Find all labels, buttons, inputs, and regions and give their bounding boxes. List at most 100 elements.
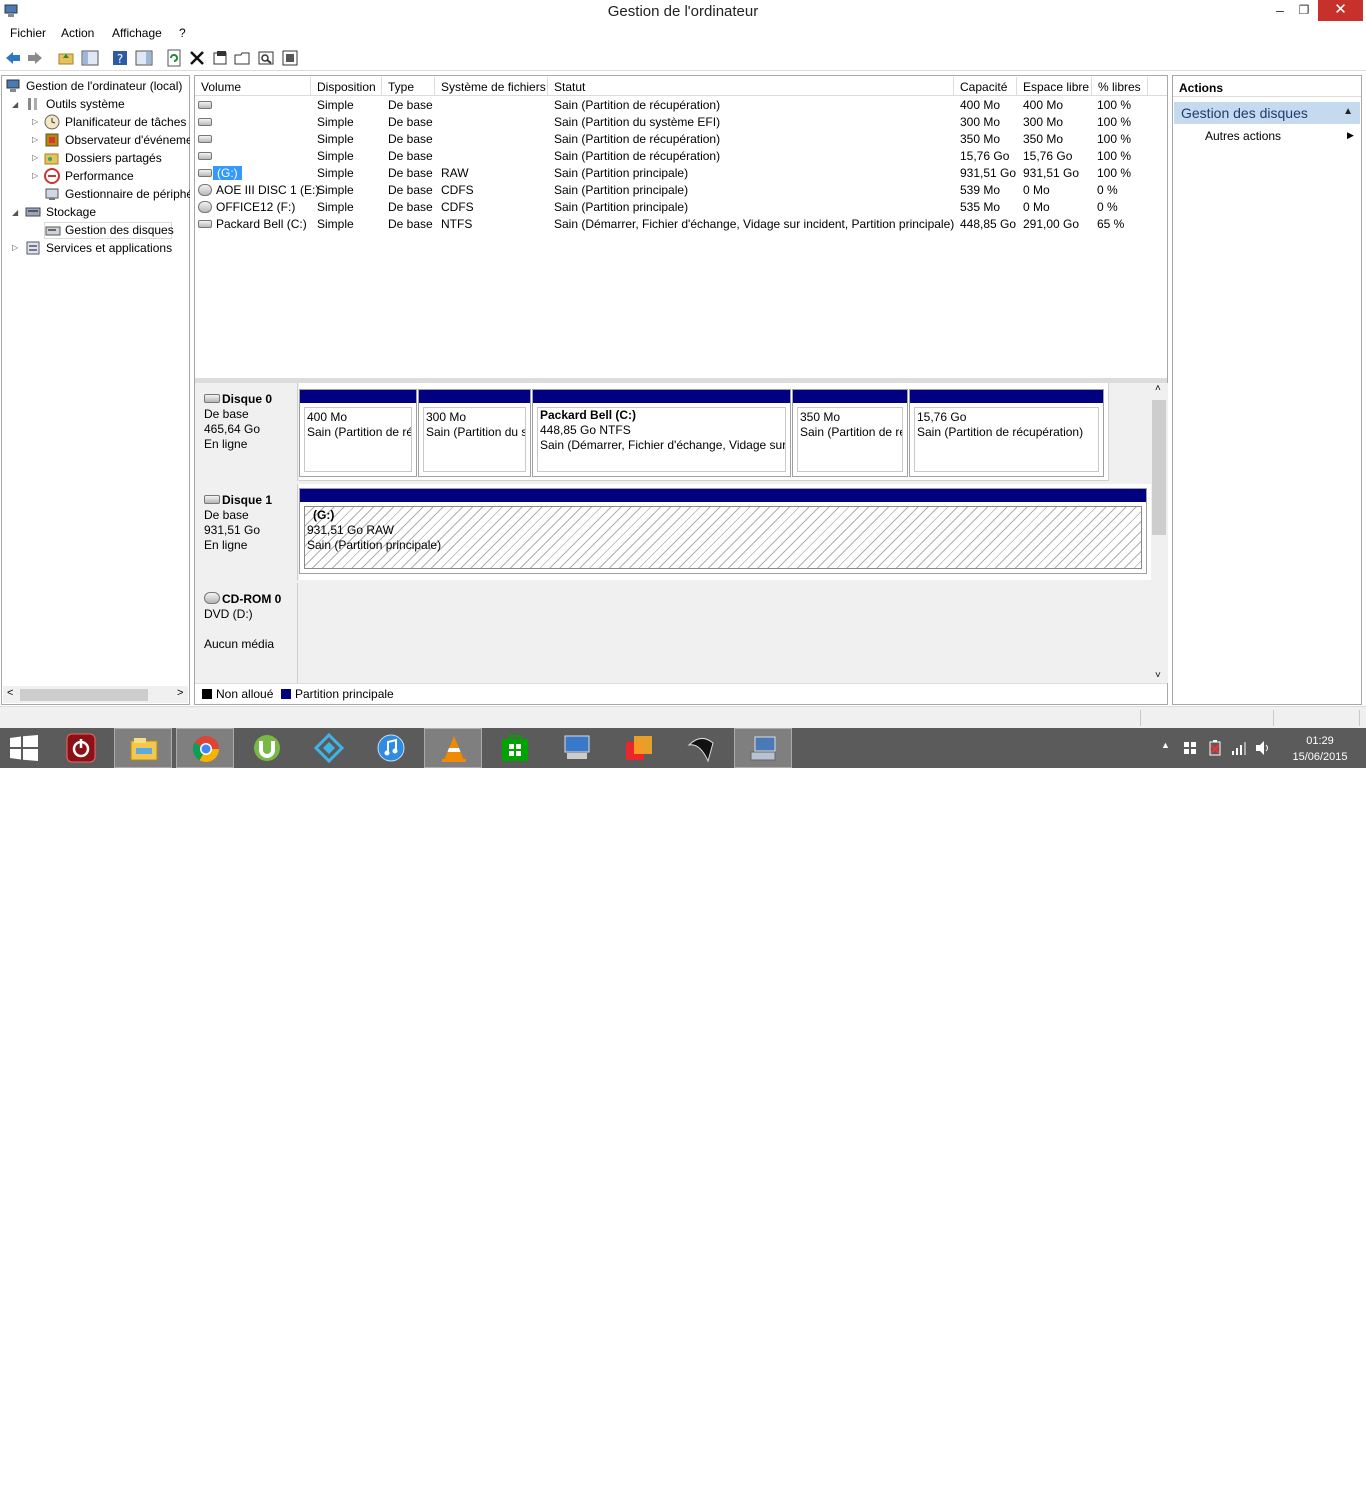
tree-item-stockage[interactable]: ◢ Stockage (10, 204, 180, 221)
disk-0-label[interactable]: Disque 0 De base 465,64 Go En ligne (195, 383, 298, 481)
title-bar[interactable]: Gestion de l'ordinateur – ❐ ✕ (0, 0, 1366, 24)
tree-horizontal-scrollbar[interactable]: < > (3, 686, 188, 703)
tree-item-services[interactable]: ▷ Services et applications (10, 240, 188, 257)
cell-pct: 100 % (1097, 166, 1132, 180)
taskbar-media[interactable] (610, 728, 668, 768)
taskbar-keyboard[interactable] (548, 728, 606, 768)
table-row[interactable]: (G:) Simple De base RAW Sain (Partition prin… (195, 165, 1167, 182)
table-row[interactable]: Packard Bell (C:) Simple De base NTFS Sain (… (195, 216, 1167, 233)
settings-icon[interactable] (281, 49, 299, 67)
collapsed-arrow-icon[interactable]: ▷ (32, 117, 38, 126)
scroll-down-icon[interactable]: ˅ (1155, 670, 1161, 681)
taskbar-utorrent[interactable] (238, 728, 296, 768)
up-folder-icon[interactable] (57, 49, 75, 67)
tree-item-gestion-disques[interactable]: Gestion des disques (44, 222, 174, 239)
col-disposition[interactable]: Disposition (311, 77, 382, 96)
tree-item-outils-systeme[interactable]: ◢ Outils système (10, 96, 180, 113)
show-hidden-icons-icon[interactable]: ▲ (1161, 740, 1170, 750)
partition-recovery-1576[interactable]: 15,76 Go Sain (Partition de récupération… (909, 389, 1104, 477)
collapse-caret-icon[interactable]: ▲ (1343, 106, 1353, 117)
col-free-space[interactable]: Espace libre (1017, 77, 1092, 96)
partition-g-raw[interactable]: (G:) 931,51 Go RAW Sain (Partition princ… (299, 488, 1147, 574)
collapsed-arrow-icon[interactable]: ▷ (12, 243, 18, 252)
back-arrow-icon[interactable] (4, 49, 22, 67)
partition-recovery-400[interactable]: 400 Mo Sain (Partition de ré (299, 389, 417, 477)
forward-arrow-icon[interactable] (26, 49, 44, 67)
taskbar-store[interactable] (486, 728, 544, 768)
minimize-button[interactable]: – (1268, 0, 1292, 21)
taskbar-chrome[interactable] (176, 728, 234, 768)
help-icon[interactable]: ? (111, 49, 129, 67)
scroll-left-icon[interactable]: < (7, 687, 13, 699)
tree-item-dossiers-partages[interactable]: ▷ Dossiers partagés (30, 150, 190, 167)
cell-volume: OFFICE12 (F:) (216, 200, 296, 214)
show-hide-tree-icon[interactable] (81, 49, 99, 67)
taskbar-file-explorer[interactable] (114, 728, 172, 768)
table-row[interactable]: AOE III DISC 1 (E:) Simple De base CDFS Sain… (195, 182, 1167, 199)
scroll-thumb[interactable] (1152, 400, 1166, 535)
tree-item-observateur[interactable]: ▷ Observateur d'événeme (30, 132, 190, 149)
start-button[interactable] (0, 728, 58, 768)
action-center-flag-icon[interactable] (1183, 741, 1197, 755)
col-status[interactable]: Statut (548, 77, 954, 96)
expanded-arrow-icon[interactable]: ◢ (12, 208, 18, 217)
partition-recovery-350[interactable]: 350 Mo Sain (Partition de ré (792, 389, 908, 477)
disk-1-label[interactable]: Disque 1 De base 931,51 Go En ligne (195, 484, 298, 580)
scroll-right-icon[interactable]: > (177, 687, 183, 699)
actions-section-gestion-disques[interactable]: Gestion des disques ▲ (1174, 102, 1360, 124)
disk-row-0[interactable]: Disque 0 De base 465,64 Go En ligne 400 … (195, 383, 1151, 481)
partition-efi-300[interactable]: 300 Mo Sain (Partition du s (418, 389, 531, 477)
submenu-arrow-icon[interactable]: ▶ (1347, 130, 1354, 141)
col-filesystem[interactable]: Système de fichiers (435, 77, 548, 96)
col-percent-free[interactable]: % libres (1092, 77, 1148, 96)
refresh-icon[interactable] (165, 49, 183, 67)
network-signal-icon[interactable] (1231, 740, 1247, 756)
volume-icon[interactable] (1255, 740, 1271, 756)
disk-view-vertical-scrollbar[interactable]: ˄ ˅ (1151, 383, 1168, 683)
open-icon[interactable] (234, 49, 252, 67)
taskbar-app-diamond[interactable] (300, 728, 358, 768)
taskbar-clock[interactable]: 01:29 15/06/2015 (1285, 733, 1355, 765)
menu-affichage[interactable]: Affichage (112, 26, 162, 40)
properties-icon[interactable] (211, 49, 229, 67)
restore-button[interactable]: ❐ (1292, 0, 1316, 21)
collapsed-arrow-icon[interactable]: ▷ (32, 135, 38, 144)
delete-icon[interactable] (188, 49, 206, 67)
taskbar-computer-management[interactable] (734, 728, 792, 768)
menu-fichier[interactable]: Fichier (10, 26, 46, 40)
col-volume[interactable]: Volume (195, 77, 311, 96)
menu-action[interactable]: Action (61, 26, 94, 40)
legend: Non alloué Partition principale (195, 683, 1167, 704)
tree-item-performance[interactable]: ▷ Performance (30, 168, 190, 185)
cell-disposition: Simple (317, 183, 354, 197)
collapsed-arrow-icon[interactable]: ▷ (32, 171, 38, 180)
table-row[interactable]: Simple De base Sain (Partition du système … (195, 114, 1167, 131)
partition-packard-bell-c[interactable]: Packard Bell (C:) 448,85 Go NTFS Sain (D… (532, 389, 791, 477)
table-row[interactable]: Simple De base Sain (Partition de récupéra… (195, 148, 1167, 165)
scroll-up-icon[interactable]: ˄ (1155, 383, 1161, 394)
cdrom-label[interactable]: CD-ROM 0 DVD (D:) Aucun média (195, 583, 298, 683)
tree-item-planificateur[interactable]: ▷ Planificateur de tâches (30, 114, 190, 131)
taskbar-app-dark[interactable] (672, 728, 730, 768)
taskbar-vlc[interactable] (424, 728, 482, 768)
table-row[interactable]: Simple De base Sain (Partition de récupéra… (195, 97, 1167, 114)
tree-item-gestionnaire-peripheriques[interactable]: Gestionnaire de périphé (30, 186, 190, 203)
menu-help[interactable]: ? (179, 26, 186, 40)
autres-actions-item[interactable]: Autres actions (1205, 129, 1281, 143)
disk-row-1[interactable]: Disque 1 De base 931,51 Go En ligne (G:)… (195, 484, 1151, 580)
col-capacity[interactable]: Capacité (954, 77, 1017, 96)
cell-status: Sain (Partition principale) (554, 183, 689, 197)
disk-row-cdrom[interactable]: CD-ROM 0 DVD (D:) Aucun média (195, 583, 1151, 683)
close-button[interactable]: ✕ (1318, 0, 1363, 21)
collapsed-arrow-icon[interactable]: ▷ (32, 153, 38, 162)
properties-pane-icon[interactable] (135, 49, 153, 67)
battery-icon[interactable] (1207, 740, 1223, 756)
col-type[interactable]: Type (382, 77, 435, 96)
scroll-thumb[interactable] (20, 689, 148, 701)
search-icon[interactable] (257, 49, 275, 67)
expanded-arrow-icon[interactable]: ◢ (12, 100, 18, 109)
table-row[interactable]: Simple De base Sain (Partition de récupéra… (195, 131, 1167, 148)
table-row[interactable]: OFFICE12 (F:) Simple De base CDFS Sain (Part… (195, 199, 1167, 216)
taskbar-power[interactable] (52, 728, 110, 768)
taskbar-itunes[interactable] (362, 728, 420, 768)
